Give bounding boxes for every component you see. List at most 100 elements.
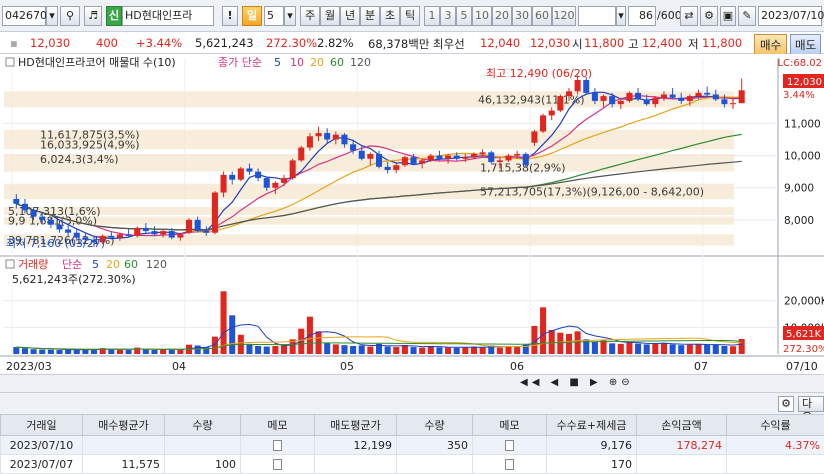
cell-buy-memo[interactable] [240, 435, 315, 455]
volume-ratio: 272.30% [266, 36, 318, 50]
exchange-icon[interactable]: ⇄ [680, 6, 698, 26]
period-count-dropdown-icon[interactable]: ▾ [284, 6, 296, 26]
ma-label: 종가 단순 [218, 56, 262, 69]
volume-profile-label: 16,033,925(4,9%) [40, 138, 140, 151]
cell-trade-date: 2023/07/10 [0, 435, 83, 455]
code-dropdown-icon[interactable]: ▾ [46, 6, 58, 26]
trade-volume: 5,621,243 [195, 36, 254, 50]
header-buy-memo[interactable]: 메모 [240, 414, 315, 436]
minute-30-button[interactable]: 30 [512, 6, 532, 26]
volume-bar [13, 347, 20, 354]
candle-body [211, 192, 218, 233]
header-buy-avg[interactable]: 매수평균가 [82, 414, 165, 436]
period-tick-button[interactable]: 틱 [400, 6, 420, 26]
period-second-button[interactable]: 초 [380, 6, 400, 26]
volume-bar [108, 349, 115, 354]
quote-menu-icon[interactable]: ▪ [10, 36, 18, 50]
period-year-button[interactable]: 년 [340, 6, 360, 26]
buy-button[interactable]: 매수 [754, 34, 788, 56]
chart-tools-icon[interactable]: ✎ [738, 6, 756, 26]
price-pane-checkbox[interactable] [5, 57, 15, 67]
minute-120-button[interactable]: 120 [552, 6, 576, 26]
cell-sell-qty [396, 454, 473, 474]
memo-icon[interactable] [505, 440, 514, 451]
chart-canvas[interactable]: 46,132,943(11,1%)11,617,875(3,5%)16,033,… [0, 54, 824, 374]
stock-code-input[interactable]: 042670 [2, 6, 47, 26]
volume-bar [47, 349, 54, 354]
cell-return: 4.37% [726, 435, 824, 455]
volume-bar [462, 347, 469, 354]
memo-icon[interactable] [273, 440, 282, 451]
low-price: 11,800 [702, 36, 743, 50]
custom-period-dropdown-icon[interactable]: ▾ [616, 6, 626, 26]
minute-10-button[interactable]: 10 [472, 6, 492, 26]
volume-bar [496, 347, 503, 354]
period-minute-button[interactable]: 분 [360, 6, 380, 26]
cell-buy-memo[interactable] [240, 454, 315, 474]
period-count-input[interactable]: 5 [264, 6, 284, 26]
volume-bar [324, 342, 331, 354]
candle-body [609, 96, 616, 105]
chart-scroll-bar[interactable]: ◀◀ ◀ ■ ▶ ⊕⊖ [0, 374, 824, 392]
header-sell-memo[interactable]: 메모 [472, 414, 547, 436]
custom-period-input[interactable] [578, 6, 616, 26]
memo-icon[interactable] [505, 459, 514, 470]
minute-5-button[interactable]: 5 [456, 6, 472, 26]
cell-sell-avg [314, 454, 397, 474]
header-pnl[interactable]: 손익금액 [636, 414, 727, 436]
candle-body [142, 227, 149, 232]
minute-1-button[interactable]: 1 [424, 6, 440, 26]
header-sell-avg[interactable]: 매도평균가 [314, 414, 397, 436]
speaker-icon[interactable]: ♬ [84, 6, 102, 26]
candle-body [678, 97, 685, 101]
stock-name-field[interactable]: HD현대인프라 [122, 6, 214, 26]
cell-sell-memo[interactable] [472, 435, 547, 455]
stock-chart[interactable]: 46,132,943(11,1%) 11,617,875(3,5%) 16,033,… [0, 54, 824, 374]
volume-bar [194, 345, 201, 354]
volume-bar [436, 347, 443, 354]
chart-toolbar: 042670 ▾ ⚲ ♬ 신 HD현대인프라 ! 일 5 ▾ 주 월 년 분 초… [0, 0, 824, 32]
candle-body [134, 227, 141, 236]
header-buy-qty[interactable]: 수량 [164, 414, 241, 436]
alert-icon[interactable]: ! [222, 6, 238, 26]
minute-3-button[interactable]: 3 [440, 6, 456, 26]
low-label: 저 [688, 37, 699, 51]
volume-bar [73, 349, 80, 354]
cell-sell-memo[interactable] [472, 454, 547, 474]
period-month-button[interactable]: 월 [320, 6, 340, 26]
save-icon[interactable]: ▣ [720, 6, 736, 26]
sell-button[interactable]: 매도 [790, 34, 822, 56]
nav-buttons-icon[interactable]: ◀◀ ◀ ■ ▶ ⊕⊖ [520, 377, 634, 388]
table-row[interactable]: 2023/07/10 12,199 350 9,176 178,274 4.37… [0, 435, 824, 455]
header-sell-qty[interactable]: 수량 [396, 414, 473, 436]
minute-20-button[interactable]: 20 [492, 6, 512, 26]
candle-body [565, 91, 572, 97]
cell-sell-avg: 12,199 [314, 435, 397, 455]
candle-body [220, 174, 227, 193]
volume-bar [721, 346, 728, 354]
table-settings-icon[interactable]: ⚙ [778, 396, 794, 412]
header-trade-date[interactable]: 거래일 [0, 414, 83, 436]
candle-body [315, 133, 322, 137]
minute-60-button[interactable]: 60 [532, 6, 552, 26]
header-fees[interactable]: 수수료+제세금 [546, 414, 637, 436]
cell-trade-date: 2023/07/07 [0, 454, 83, 474]
table-row[interactable]: 2023/07/07 11,575 100 170 [0, 454, 824, 474]
next-button[interactable]: 다음 [798, 396, 824, 424]
date-input[interactable]: 2023/07/10 [758, 6, 824, 26]
volume-bar [626, 342, 633, 354]
header-return[interactable]: 수익률 [726, 414, 824, 436]
volume-pane-checkbox[interactable] [5, 259, 15, 269]
period-day-button[interactable]: 일 [242, 6, 262, 26]
period-week-button[interactable]: 주 [300, 6, 320, 26]
search-icon[interactable]: ⚲ [60, 6, 80, 26]
vol-ma-20-label: 20 [106, 258, 120, 271]
volume-bar [263, 346, 270, 354]
settings-icon[interactable]: ⚙ [700, 6, 718, 26]
cell-pnl [636, 454, 727, 474]
candle-body [522, 153, 529, 166]
volume-bar [332, 344, 339, 354]
memo-icon[interactable] [273, 459, 282, 470]
volume-bar [393, 347, 400, 354]
display-count-input[interactable]: 86 [628, 6, 656, 26]
